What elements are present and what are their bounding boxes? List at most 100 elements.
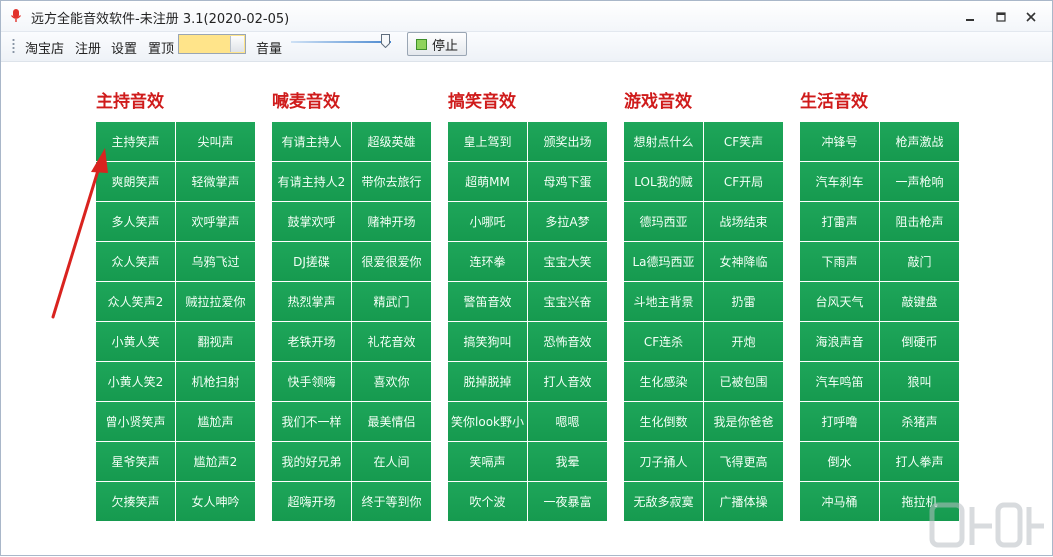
sound-button[interactable]: 爽朗笑声 bbox=[96, 162, 175, 201]
sound-button[interactable]: 冲马桶 bbox=[800, 482, 879, 521]
sound-button[interactable]: 小哪吒 bbox=[448, 202, 527, 241]
sound-button[interactable]: 众人笑声 bbox=[96, 242, 175, 281]
sound-button[interactable]: 快手领嗨 bbox=[272, 362, 351, 401]
volume-slider-thumb[interactable] bbox=[381, 34, 390, 48]
sound-button[interactable]: 飞得更高 bbox=[704, 442, 783, 481]
sound-button[interactable]: 吹个波 bbox=[448, 482, 527, 521]
sound-button[interactable]: 精武门 bbox=[352, 282, 431, 321]
volume-slider-track[interactable] bbox=[291, 41, 391, 43]
sound-button[interactable]: 嗯嗯 bbox=[528, 402, 607, 441]
sound-button[interactable]: 海浪声音 bbox=[800, 322, 879, 361]
sound-button[interactable]: 母鸡下蛋 bbox=[528, 162, 607, 201]
topmost-color-select[interactable] bbox=[178, 34, 246, 54]
sound-button[interactable]: 终于等到你 bbox=[352, 482, 431, 521]
sound-button[interactable]: 警笛音效 bbox=[448, 282, 527, 321]
sound-button[interactable]: 打呼噜 bbox=[800, 402, 879, 441]
sound-button[interactable]: 战场结束 bbox=[704, 202, 783, 241]
sound-button[interactable]: 冲锋号 bbox=[800, 122, 879, 161]
menu-register[interactable]: 注册 bbox=[75, 38, 101, 57]
sound-button[interactable]: 小黄人笑2 bbox=[96, 362, 175, 401]
sound-button[interactable]: 无敌多寂寞 bbox=[624, 482, 703, 521]
sound-button[interactable]: 刀子捅人 bbox=[624, 442, 703, 481]
sound-button[interactable]: 曾小贤笑声 bbox=[96, 402, 175, 441]
sound-button[interactable]: 带你去旅行 bbox=[352, 162, 431, 201]
sound-button[interactable]: 老铁开场 bbox=[272, 322, 351, 361]
sound-button[interactable]: 小黄人笑 bbox=[96, 322, 175, 361]
sound-button[interactable]: 我们不一样 bbox=[272, 402, 351, 441]
sound-button[interactable]: 下雨声 bbox=[800, 242, 879, 281]
sound-button[interactable]: 皇上驾到 bbox=[448, 122, 527, 161]
sound-button[interactable]: 一夜暴富 bbox=[528, 482, 607, 521]
sound-button[interactable]: 搞笑狗叫 bbox=[448, 322, 527, 361]
sound-button[interactable]: 欢呼掌声 bbox=[176, 202, 255, 241]
sound-button[interactable]: 很爱很爱你 bbox=[352, 242, 431, 281]
sound-button[interactable]: 欠揍笑声 bbox=[96, 482, 175, 521]
sound-button[interactable]: CF笑声 bbox=[704, 122, 783, 161]
sound-button[interactable]: 狼叫 bbox=[880, 362, 959, 401]
sound-button[interactable]: 我是你爸爸 bbox=[704, 402, 783, 441]
sound-button[interactable]: 打人拳声 bbox=[880, 442, 959, 481]
sound-button[interactable]: 机枪扫射 bbox=[176, 362, 255, 401]
sound-button[interactable]: 杀猪声 bbox=[880, 402, 959, 441]
sound-button[interactable]: 尖叫声 bbox=[176, 122, 255, 161]
sound-button[interactable]: 热烈掌声 bbox=[272, 282, 351, 321]
sound-button[interactable]: 恐怖音效 bbox=[528, 322, 607, 361]
sound-button[interactable]: La德玛西亚 bbox=[624, 242, 703, 281]
sound-button[interactable]: 敲门 bbox=[880, 242, 959, 281]
sound-button[interactable]: 翻视声 bbox=[176, 322, 255, 361]
toolbar-grip[interactable] bbox=[12, 38, 15, 55]
sound-button[interactable]: 笑嗝声 bbox=[448, 442, 527, 481]
sound-button[interactable]: 贼拉拉爱你 bbox=[176, 282, 255, 321]
sound-button[interactable]: 众人笑声2 bbox=[96, 282, 175, 321]
sound-button[interactable]: 赌神开场 bbox=[352, 202, 431, 241]
sound-button[interactable]: 多人笑声 bbox=[96, 202, 175, 241]
sound-button[interactable]: 尴尬声2 bbox=[176, 442, 255, 481]
sound-button[interactable]: 扔雷 bbox=[704, 282, 783, 321]
sound-button[interactable]: 倒水 bbox=[800, 442, 879, 481]
menu-taobao-shop[interactable]: 淘宝店 bbox=[25, 38, 64, 57]
sound-button[interactable]: 多拉A梦 bbox=[528, 202, 607, 241]
sound-button[interactable]: 德玛西亚 bbox=[624, 202, 703, 241]
sound-button[interactable]: 在人间 bbox=[352, 442, 431, 481]
sound-button[interactable]: LOL我的贼 bbox=[624, 162, 703, 201]
sound-button[interactable]: 喜欢你 bbox=[352, 362, 431, 401]
sound-button[interactable]: CF开局 bbox=[704, 162, 783, 201]
sound-button[interactable]: 一声枪响 bbox=[880, 162, 959, 201]
sound-button[interactable]: 广播体操 bbox=[704, 482, 783, 521]
sound-button[interactable]: 我的好兄弟 bbox=[272, 442, 351, 481]
sound-button[interactable]: 主持笑声 bbox=[96, 122, 175, 161]
sound-button[interactable]: 女人呻吟 bbox=[176, 482, 255, 521]
sound-button[interactable]: 想射点什么 bbox=[624, 122, 703, 161]
sound-button[interactable]: 敲键盘 bbox=[880, 282, 959, 321]
sound-button[interactable]: 最美情侣 bbox=[352, 402, 431, 441]
sound-button[interactable]: 开炮 bbox=[704, 322, 783, 361]
sound-button[interactable]: 礼花音效 bbox=[352, 322, 431, 361]
maximize-button[interactable] bbox=[987, 7, 1015, 27]
sound-button[interactable]: 星爷笑声 bbox=[96, 442, 175, 481]
sound-button[interactable]: 我晕 bbox=[528, 442, 607, 481]
sound-button[interactable]: 鼓掌欢呼 bbox=[272, 202, 351, 241]
sound-button[interactable]: 枪声激战 bbox=[880, 122, 959, 161]
sound-button[interactable]: 超萌MM bbox=[448, 162, 527, 201]
sound-button[interactable]: 笑你look野小 bbox=[448, 402, 527, 441]
menu-topmost[interactable]: 置顶 bbox=[148, 38, 174, 57]
sound-button[interactable]: 脱掉脱掉 bbox=[448, 362, 527, 401]
sound-button[interactable]: DJ搓碟 bbox=[272, 242, 351, 281]
sound-button[interactable]: 已被包围 bbox=[704, 362, 783, 401]
sound-button[interactable]: 连环拳 bbox=[448, 242, 527, 281]
sound-button[interactable]: 生化感染 bbox=[624, 362, 703, 401]
sound-button[interactable]: 阻击枪声 bbox=[880, 202, 959, 241]
sound-button[interactable]: 汽车鸣笛 bbox=[800, 362, 879, 401]
sound-button[interactable]: 乌鸦飞过 bbox=[176, 242, 255, 281]
sound-button[interactable]: 尴尬声 bbox=[176, 402, 255, 441]
sound-button[interactable]: 颁奖出场 bbox=[528, 122, 607, 161]
sound-button[interactable]: 宝宝大笑 bbox=[528, 242, 607, 281]
sound-button[interactable]: 打人音效 bbox=[528, 362, 607, 401]
sound-button[interactable]: 宝宝兴奋 bbox=[528, 282, 607, 321]
dropdown-handle[interactable] bbox=[230, 36, 244, 52]
sound-button[interactable]: 打雷声 bbox=[800, 202, 879, 241]
sound-button[interactable]: 超嗨开场 bbox=[272, 482, 351, 521]
sound-button[interactable]: 轻微掌声 bbox=[176, 162, 255, 201]
sound-button[interactable]: 女神降临 bbox=[704, 242, 783, 281]
sound-button[interactable]: 斗地主背景 bbox=[624, 282, 703, 321]
